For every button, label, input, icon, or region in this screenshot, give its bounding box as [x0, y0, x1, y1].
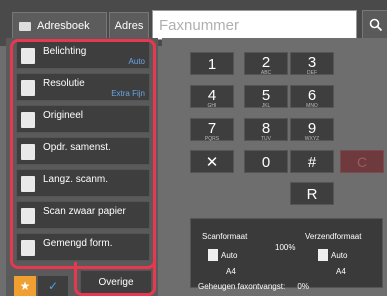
scan-document-icon: [208, 249, 218, 261]
send-size-label: Verzendformaat: [305, 232, 362, 241]
others-label: Overige: [98, 276, 134, 288]
key-number: 0: [261, 154, 271, 171]
address-book-label: Adresboek: [37, 20, 90, 32]
clear-button[interactable]: C: [340, 150, 384, 173]
favorite-star-button[interactable]: ★: [14, 276, 36, 296]
key-number: ✕: [205, 154, 219, 171]
slow-scan-icon: [21, 176, 35, 192]
keypad-key[interactable]: 0: [244, 150, 288, 173]
key-number: 2: [261, 54, 271, 71]
key-letters: MNO: [306, 103, 318, 109]
menu-item[interactable]: Scan zwaar papier: [16, 201, 150, 229]
scan-info-panel: Scanformaat Verzendformaat 100% Auto A4 …: [190, 218, 383, 288]
key-number: 3: [307, 54, 317, 71]
original-icon: [21, 112, 35, 128]
ratio-label: 100%: [275, 243, 296, 252]
address-book-icon: [19, 21, 31, 31]
key-number: 8: [261, 120, 271, 137]
menu-item[interactable]: Origineel: [16, 105, 150, 133]
key-letters: DEF: [307, 70, 317, 76]
key-letters: TUV: [261, 136, 271, 142]
menu-item-value: Extra Fijn: [111, 89, 145, 98]
menu-item-label: Gemengd form.: [43, 238, 113, 249]
menu-item-value: Auto: [128, 57, 145, 66]
menu-item[interactable]: Opdr. samenst.: [16, 137, 150, 165]
address-button[interactable]: Adres: [109, 12, 149, 40]
thick-paper-icon: [21, 208, 35, 224]
key-number: 4: [207, 87, 217, 104]
key-number: 9: [307, 120, 317, 137]
search-button[interactable]: [362, 10, 387, 40]
menu-item[interactable]: Gemengd form.: [16, 233, 150, 261]
keypad-key[interactable]: 7 PQRS: [190, 118, 234, 142]
menu-item-label: Belichting: [43, 46, 87, 57]
key-letters: GHI: [207, 103, 217, 109]
mixed-size-icon: [21, 240, 35, 256]
key-number: R: [306, 186, 318, 203]
menu-item-label: Origineel: [43, 110, 84, 121]
clear-label: C: [356, 153, 368, 170]
keypad-key[interactable]: R: [290, 182, 334, 205]
key-number: 1: [207, 56, 217, 73]
keypad-key[interactable]: 3 DEF: [290, 52, 334, 76]
menu-item-label: Opdr. samenst.: [43, 142, 111, 153]
menu-item[interactable]: Langz. scanm.: [16, 169, 150, 197]
address-label: Adres: [114, 20, 144, 32]
send-paper-label: A4: [336, 267, 346, 276]
menu-item[interactable]: Belichting Auto: [16, 41, 150, 69]
memory-status: Geheugen faxontvangst: 0%: [198, 282, 309, 291]
keypad-key[interactable]: 8 TUV: [244, 118, 288, 142]
key-number: #: [307, 154, 317, 171]
keypad-key[interactable]: 9 WXYZ: [290, 118, 334, 142]
address-book-button[interactable]: Adresboek: [12, 12, 107, 40]
menu-item-label: Scan zwaar papier: [43, 206, 126, 217]
key-letters: WXYZ: [304, 136, 320, 142]
key-letters: PQRS: [204, 136, 220, 142]
menu-item-label: Langz. scanm.: [43, 174, 109, 185]
star-icon: ★: [19, 279, 31, 293]
exposure-icon: [21, 48, 35, 64]
scan-auto-label: Auto: [221, 251, 238, 260]
menu-item-label: Resolutie: [43, 78, 85, 89]
key-letters: JKL: [261, 103, 271, 109]
fax-number-placeholder: Faxnummer: [159, 16, 240, 34]
checkmark-icon: ✓: [47, 279, 59, 293]
others-button[interactable]: Overige: [80, 270, 152, 294]
key-number: 5: [261, 87, 271, 104]
resolution-icon: [21, 80, 35, 96]
keypad-key[interactable]: ✕: [190, 150, 234, 173]
keypad-key[interactable]: 1: [190, 52, 234, 75]
key-letters: ABC: [260, 70, 272, 76]
menu-item[interactable]: Resolutie Extra Fijn: [16, 73, 150, 101]
job-build-icon: [21, 144, 35, 160]
keypad-key[interactable]: 2 ABC: [244, 52, 288, 76]
memory-text: Geheugen faxontvangst:: [198, 282, 286, 291]
send-auto-label: Auto: [331, 251, 348, 260]
keypad-key[interactable]: 6 MNO: [290, 85, 334, 109]
send-document-icon: [318, 249, 328, 261]
check-button[interactable]: ✓: [38, 276, 68, 296]
keypad-key[interactable]: #: [290, 150, 334, 173]
memory-value: 0%: [297, 282, 309, 291]
scan-paper-label: A4: [226, 267, 236, 276]
keypad-key[interactable]: 4 GHI: [190, 85, 234, 109]
key-number: 7: [207, 120, 217, 137]
search-icon: [369, 18, 383, 32]
keypad-key[interactable]: 5 JKL: [244, 85, 288, 109]
fax-number-input[interactable]: Faxnummer: [152, 10, 357, 40]
key-number: 6: [307, 87, 317, 104]
scan-size-label: Scanformaat: [202, 232, 248, 241]
